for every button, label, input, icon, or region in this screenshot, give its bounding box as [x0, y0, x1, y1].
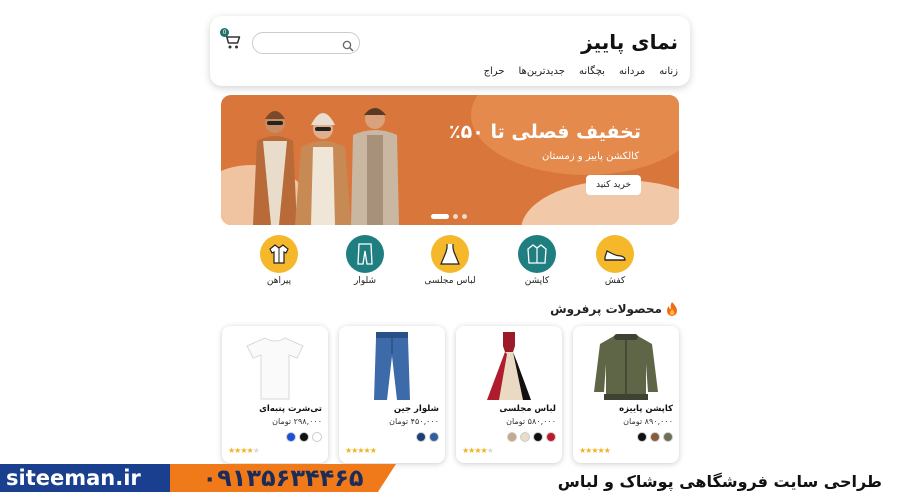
color-swatches	[286, 432, 322, 442]
color-swatch[interactable]	[507, 432, 517, 442]
category-circle	[518, 235, 556, 273]
color-swatch[interactable]	[312, 432, 322, 442]
product-card[interactable]: کاپشن پاییزه ۸۹۰,۰۰۰ تومان ★★★★★	[573, 326, 679, 463]
cart-count-badge: 0	[220, 28, 229, 37]
tshirt-image	[246, 337, 304, 400]
shop-now-button[interactable]: خرید کنید	[586, 175, 641, 195]
category-jackets[interactable]: کاپشن	[502, 235, 572, 286]
category-label: پیراهن	[266, 276, 292, 286]
site-header: نمای پاییز زنانه مردانه بچگانه جدیدترین‌…	[210, 16, 690, 86]
nav-item-newest[interactable]: جدیدترین‌ها	[519, 66, 565, 77]
site-url-banner: siteeman.ir	[0, 464, 170, 492]
star-icon: ★	[252, 446, 260, 455]
category-circle	[346, 235, 384, 273]
nav-item-sale[interactable]: حراج	[484, 66, 505, 77]
category-label: لباس مجلسی	[424, 276, 476, 286]
slider-dot[interactable]	[462, 214, 467, 219]
star-icon: ★	[486, 446, 494, 455]
main-nav: زنانه مردانه بچگانه جدیدترین‌ها حراج	[484, 66, 678, 77]
category-label: کفش	[604, 276, 626, 286]
category-shirts[interactable]: پیراهن	[244, 235, 314, 286]
category-circle	[431, 235, 469, 273]
color-swatch[interactable]	[416, 432, 426, 442]
search-box	[252, 32, 360, 54]
star-rating: ★★★★★	[228, 446, 260, 455]
color-swatches	[416, 432, 439, 442]
product-price: ۸۹۰,۰۰۰ تومان	[623, 417, 673, 426]
color-swatch[interactable]	[637, 432, 647, 442]
bestsellers-heading: محصولات پرفروش	[550, 302, 678, 316]
jacket-icon	[527, 244, 547, 264]
banner-subtitle: کالکشن پاییز و زمستان	[542, 151, 639, 162]
cart-button[interactable]: 0	[220, 28, 242, 54]
color-swatches	[637, 432, 673, 442]
category-shoes[interactable]: کفش	[580, 235, 650, 286]
pants-icon	[357, 243, 373, 265]
shirt-icon	[269, 244, 289, 264]
dress-image	[487, 332, 531, 400]
star-icon: ★	[369, 446, 377, 455]
slider-dot-active[interactable]	[431, 214, 449, 219]
jacket-image	[594, 334, 658, 400]
color-swatch[interactable]	[650, 432, 660, 442]
color-swatch[interactable]	[546, 432, 556, 442]
nav-item-kids[interactable]: بچگانه	[579, 66, 605, 77]
fire-icon	[667, 302, 677, 316]
search-icon[interactable]	[342, 37, 354, 56]
product-price: ۲۹۸,۰۰۰ تومان	[272, 417, 322, 426]
product-card[interactable]: تی‌شرت پنبه‌ای ۲۹۸,۰۰۰ تومان ★★★★★	[222, 326, 328, 463]
shoe-icon	[604, 250, 626, 261]
product-name: کاپشن پاییزه	[619, 404, 673, 414]
star-icon: ★	[603, 446, 611, 455]
color-swatch[interactable]	[429, 432, 439, 442]
color-swatches	[507, 432, 556, 442]
product-card[interactable]: لباس مجلسی ۵۸۰,۰۰۰ تومان ★★★★★	[456, 326, 562, 463]
search-input[interactable]	[261, 35, 341, 51]
star-rating: ★★★★★	[579, 446, 611, 455]
dress-icon	[440, 244, 460, 265]
hero-banner[interactable]: تخفیف فصلی تا ۵۰٪ کالکشن پاییز و زمستان …	[221, 95, 679, 225]
slider-dots	[431, 214, 467, 219]
jeans-image	[374, 332, 410, 400]
nav-item-men[interactable]: مردانه	[619, 66, 645, 77]
category-dresses[interactable]: لباس مجلسی	[415, 235, 485, 286]
category-label: کاپشن	[524, 276, 550, 286]
color-swatch[interactable]	[520, 432, 530, 442]
color-swatch[interactable]	[663, 432, 673, 442]
category-row: کفش کاپشن لباس مجلسی شلوار پیراهن	[250, 235, 650, 295]
product-name: لباس مجلسی	[499, 404, 556, 414]
footer-tagline: طراحی سایت فروشگاهی پوشاک و لباس	[557, 472, 882, 491]
nav-item-women[interactable]: زنانه	[659, 66, 678, 77]
color-swatch[interactable]	[286, 432, 296, 442]
phone-banner: ۰۹۱۳۵۶۳۴۴۶۵	[170, 464, 396, 492]
category-label: شلوار	[353, 276, 377, 286]
category-circle	[596, 235, 634, 273]
brand-logo[interactable]: نمای پاییز	[581, 30, 678, 54]
star-rating: ★★★★★	[345, 446, 377, 455]
banner-title: تخفیف فصلی تا ۵۰٪	[449, 121, 641, 143]
product-price: ۴۵۰,۰۰۰ تومان	[389, 417, 439, 426]
star-rating: ★★★★★	[462, 446, 494, 455]
section-title: محصولات پرفروش	[550, 302, 662, 316]
product-price: ۵۸۰,۰۰۰ تومان	[506, 417, 556, 426]
product-card[interactable]: شلوار جین ۴۵۰,۰۰۰ تومان ★★★★★	[339, 326, 445, 463]
color-swatch[interactable]	[533, 432, 543, 442]
color-swatch[interactable]	[299, 432, 309, 442]
category-circle	[260, 235, 298, 273]
product-name: تی‌شرت پنبه‌ای	[259, 404, 322, 414]
banner-models-image	[253, 108, 399, 225]
category-pants[interactable]: شلوار	[330, 235, 400, 286]
product-name: شلوار جین	[393, 404, 439, 414]
slider-dot[interactable]	[453, 214, 458, 219]
